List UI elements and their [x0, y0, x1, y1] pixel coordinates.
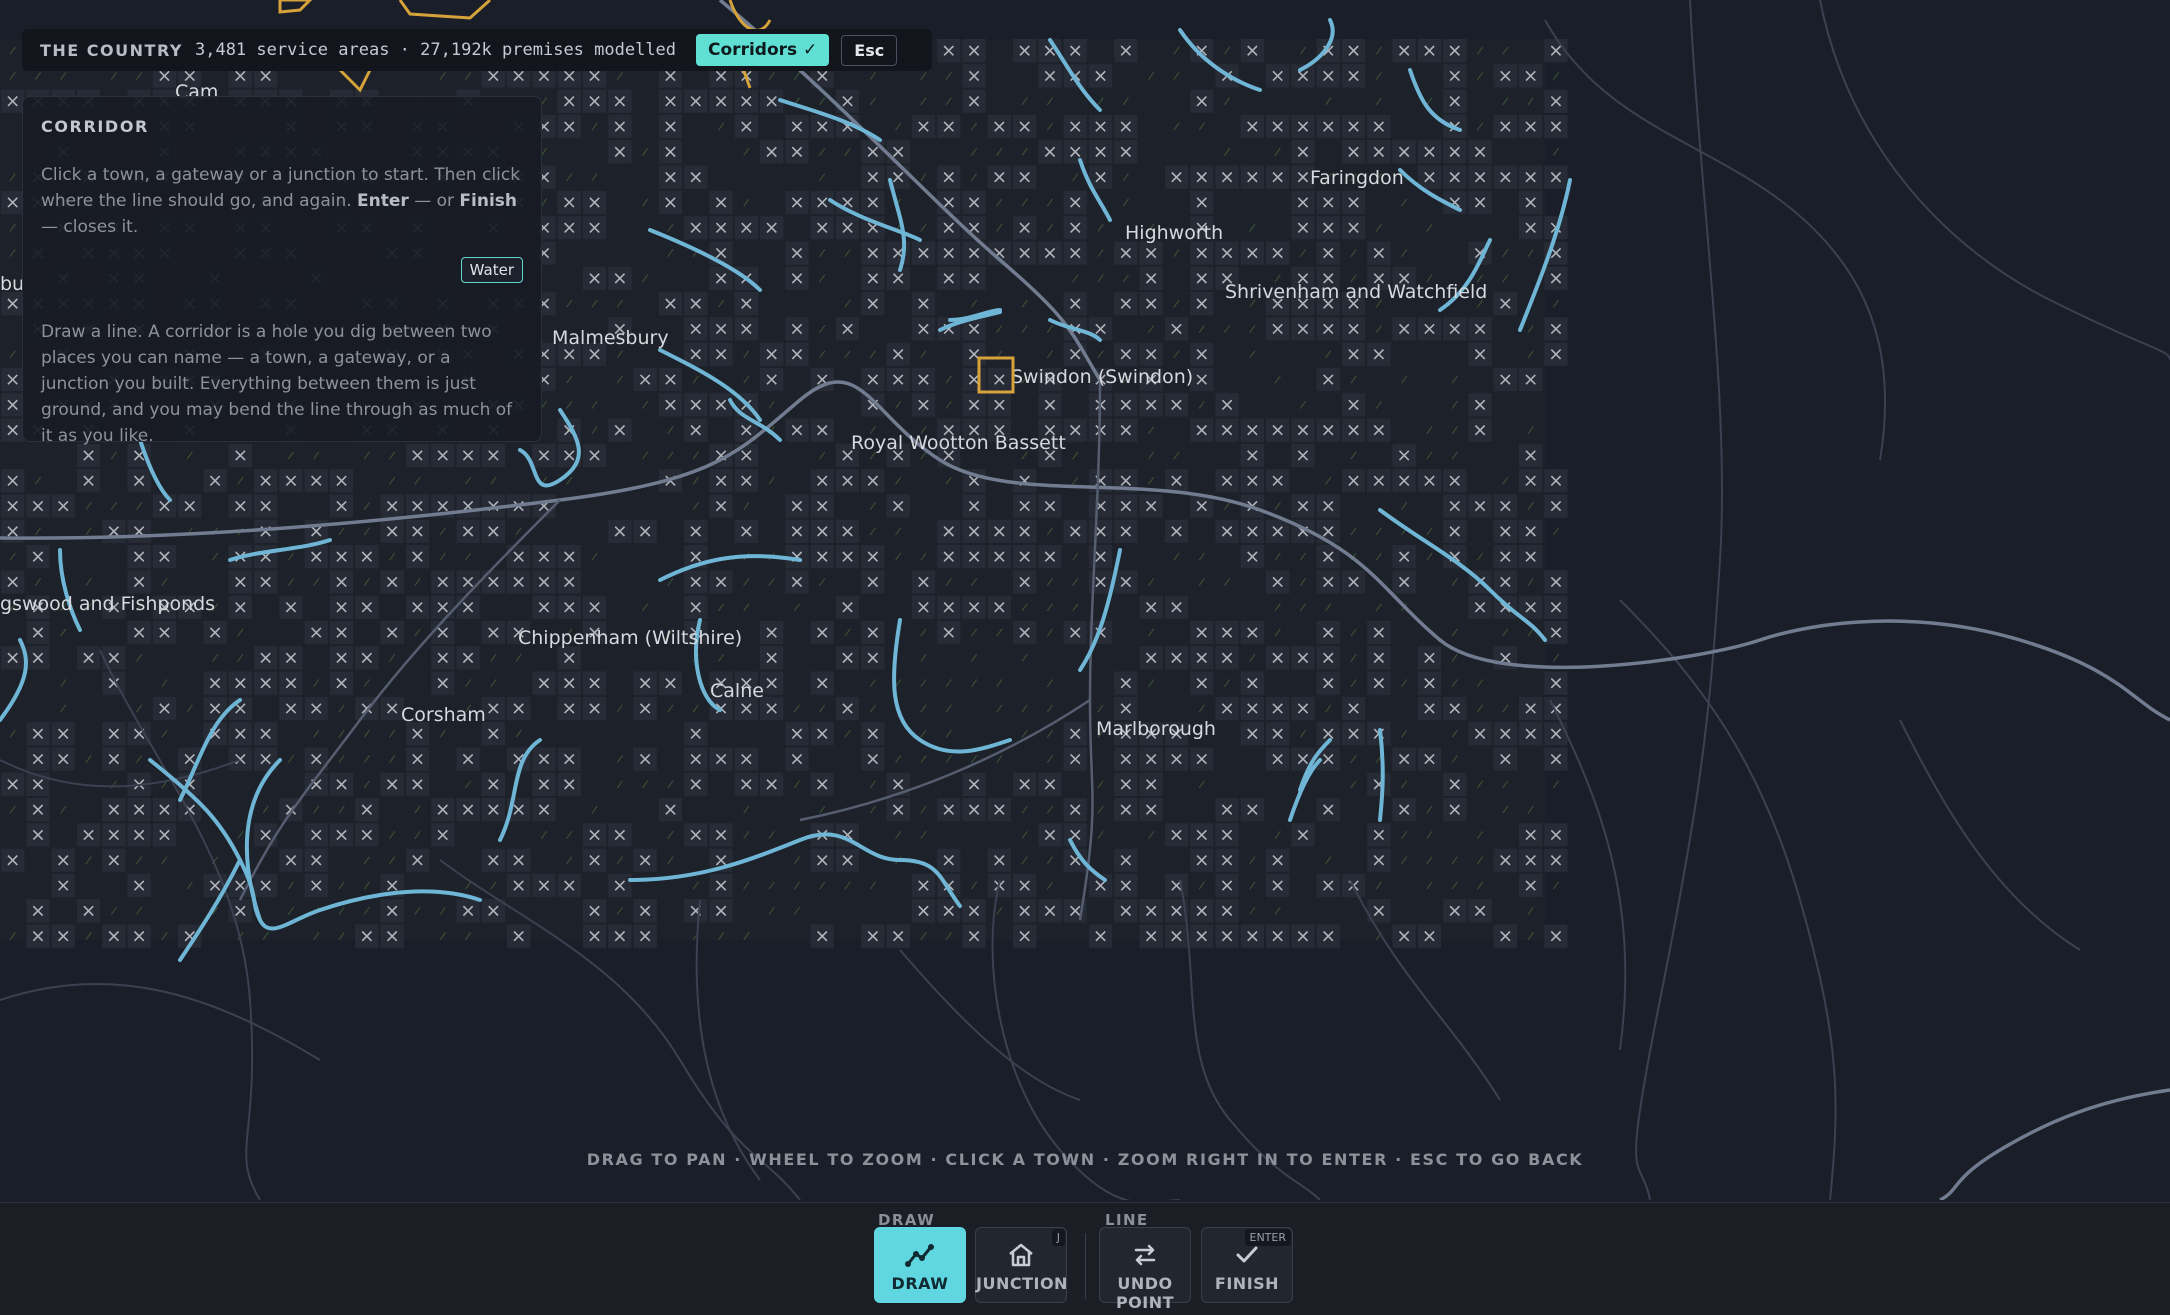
- town-label-corsham: Corsham: [401, 704, 486, 726]
- esc-button[interactable]: Esc: [841, 34, 898, 66]
- junction-button-label: JUNCTION: [976, 1274, 1068, 1293]
- finish-button[interactable]: ENTER FINISH: [1201, 1227, 1293, 1303]
- draw-line-icon: [875, 1242, 965, 1268]
- finish-button-label: FINISH: [1214, 1274, 1280, 1293]
- town-label-faringdon: Faringdon: [1310, 167, 1404, 189]
- town-label-swindon: Swindon (Swindon): [1011, 366, 1193, 388]
- enter-key-label: Enter: [357, 191, 409, 211]
- undo-point-button[interactable]: UNDO POINT: [1099, 1227, 1191, 1312]
- bottom-toolbar: DRAW LINE DRAW J JUNCTION UNDO POINT ENT…: [0, 1202, 2170, 1315]
- navigation-hint: DRAG TO PAN · WHEEL TO ZOOM · CLICK A TO…: [586, 1150, 1584, 1169]
- town-label-royal-wootton-bassett: Royal Wootton Bassett: [851, 432, 1066, 454]
- status-bar: THE COUNTRY 3,481 service areas · 27,192…: [22, 29, 932, 71]
- town-label-highworth: Highworth: [1125, 222, 1223, 244]
- town-label-chippenham: Chippenham (Wiltshire): [518, 627, 742, 649]
- region-title: THE COUNTRY: [40, 40, 183, 60]
- panel-instructions: Click a town, a gateway or a junction to…: [41, 165, 521, 237]
- junction-shortcut: J: [1051, 1229, 1065, 1246]
- finish-key-label: Finish: [459, 191, 518, 211]
- panel-title: CORRIDOR: [41, 117, 149, 136]
- town-label-marlborough: Marlborough: [1096, 718, 1216, 740]
- junction-button[interactable]: J JUNCTION: [975, 1227, 1067, 1303]
- town-label-kingswood: gswood and Fishponds: [0, 593, 215, 615]
- junction-icon: [976, 1242, 1066, 1268]
- finish-shortcut: ENTER: [1244, 1229, 1291, 1246]
- corridor-panel: CORRIDOR Click a town, a gateway or a ju…: [22, 96, 542, 446]
- water-button[interactable]: Water: [460, 257, 523, 283]
- draw-button[interactable]: DRAW: [874, 1227, 966, 1303]
- town-label-calne: Calne: [710, 680, 764, 702]
- panel-description: Draw a line. A corridor is a hole you di…: [41, 322, 513, 446]
- toolbar-divider: [1085, 1233, 1086, 1299]
- draw-button-label: DRAW: [891, 1274, 949, 1293]
- town-label-malmesbury: Malmesbury: [552, 327, 669, 349]
- corridors-toggle-button[interactable]: Corridors ✓: [696, 34, 830, 66]
- town-label-partial: bu: [0, 273, 24, 295]
- undo-arrows-icon: [1100, 1242, 1190, 1268]
- town-label-shrivenham: Shrivenham and Watchfield: [1225, 281, 1487, 303]
- undo-point-button-label: UNDO POINT: [1115, 1274, 1175, 1312]
- region-stats: 3,481 service areas · 27,192k premises m…: [194, 40, 677, 60]
